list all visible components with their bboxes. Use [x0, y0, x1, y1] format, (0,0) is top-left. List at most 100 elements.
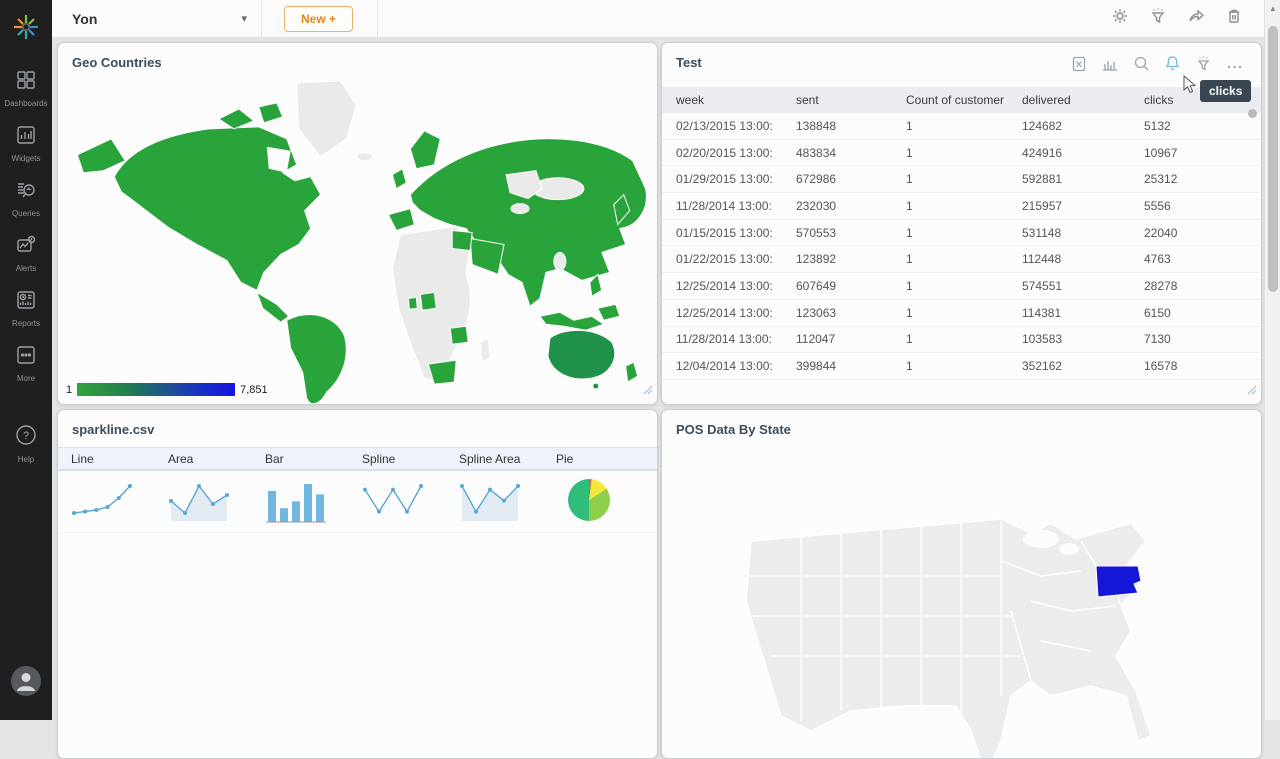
table-row[interactable]: 01/29/2015 13:00:672986159288125312: [662, 166, 1261, 193]
map-legend: 1 7,851: [66, 383, 268, 396]
user-avatar[interactable]: [10, 665, 42, 702]
share-arrow-icon[interactable]: [1187, 7, 1206, 30]
bar-chart-icon[interactable]: [1101, 56, 1119, 77]
resize-handle-icon[interactable]: [1247, 382, 1257, 400]
settings-gear-icon[interactable]: [1111, 7, 1129, 30]
svg-text:?: ?: [23, 430, 29, 442]
line-sparkline-chart[interactable]: [71, 479, 135, 525]
table-cell: 1: [906, 306, 1022, 320]
table-cell: 103583: [1022, 332, 1144, 346]
table-cell: 1: [906, 226, 1022, 240]
table-row[interactable]: 01/22/2015 13:00:12389211124484763: [662, 246, 1261, 273]
table-cell: 232030: [796, 199, 906, 213]
table-cell: 672986: [796, 172, 906, 186]
table-row[interactable]: 02/20/2015 13:00:483834142491610967: [662, 140, 1261, 167]
excel-export-icon[interactable]: [1071, 56, 1087, 77]
column-header-area[interactable]: Area: [168, 452, 265, 466]
table-cell: 574551: [1022, 279, 1144, 293]
legend-max: 7,851: [240, 384, 268, 396]
dashboard-selector[interactable]: Yon ▾: [52, 0, 262, 38]
table-cell: 11/28/2014 13:00:: [676, 332, 796, 346]
table-cell: 1: [906, 252, 1022, 266]
table-cell: 25312: [1144, 172, 1204, 186]
topbar: Yon ▾ New +: [52, 0, 1264, 38]
column-header-spline[interactable]: Spline: [362, 452, 459, 466]
widget-sparkline[interactable]: sparkline.csv Line Area Bar Spline Splin…: [57, 409, 658, 759]
widget-title: Test: [662, 43, 702, 70]
table-cell: 531148: [1022, 226, 1144, 240]
scrollbar-up-arrow[interactable]: ▲: [1269, 4, 1277, 13]
world-map[interactable]: 1 7,851: [58, 77, 658, 405]
column-header-delivered[interactable]: delivered: [1022, 93, 1144, 107]
table-row[interactable]: 01/15/2015 13:00:570553153114822040: [662, 220, 1261, 247]
sidebar-item-queries[interactable]: Queries: [12, 179, 40, 218]
column-header-week[interactable]: week: [676, 93, 796, 107]
column-header-sent[interactable]: sent: [796, 93, 906, 107]
table-cell: 5132: [1144, 119, 1204, 133]
sidebar-item-more[interactable]: More: [15, 344, 37, 383]
table-cell: 138848: [796, 119, 906, 133]
scrollbar-thumb[interactable]: [1268, 26, 1278, 292]
table-cell: 12/25/2014 13:00:: [676, 306, 796, 320]
column-header-pie[interactable]: Pie: [556, 452, 653, 466]
sidebar-item-widgets[interactable]: Widgets: [12, 124, 41, 163]
widget-title: Geo Countries: [58, 43, 657, 70]
table-cell: 12/04/2014 13:00:: [676, 359, 796, 373]
funnel-icon[interactable]: [1195, 55, 1212, 77]
pie-sparkline-chart[interactable]: [568, 479, 610, 521]
table-cell: 1: [906, 146, 1022, 160]
table-row[interactable]: 11/28/2014 13:00:11204711035837130: [662, 327, 1261, 354]
table-cell: 22040: [1144, 226, 1204, 240]
table-row[interactable]: 02/13/2015 13:00:13884811246825132: [662, 113, 1261, 140]
sparkline-charts-row: [58, 471, 657, 533]
table-row[interactable]: 12/04/2014 13:00:399844135216216578: [662, 353, 1261, 380]
bar-sparkline-chart[interactable]: [265, 479, 329, 525]
table-row[interactable]: 12/25/2014 13:00:12306311143816150: [662, 300, 1261, 327]
sidebar-item-label: More: [17, 374, 35, 383]
column-header-bar[interactable]: Bar: [265, 452, 362, 466]
area-sparkline-chart[interactable]: [168, 479, 232, 525]
column-header-spline-area[interactable]: Spline Area: [459, 452, 556, 466]
app-logo-icon[interactable]: [11, 12, 41, 47]
table-cell: 123063: [796, 306, 906, 320]
us-map[interactable]: [701, 481, 1261, 759]
table-cell: 02/13/2015 13:00:: [676, 119, 796, 133]
mouse-cursor: [1183, 75, 1197, 99]
sidebar-item-label: Dashboards: [4, 99, 47, 108]
new-button[interactable]: New +: [284, 6, 353, 32]
table-cell: 16578: [1144, 359, 1204, 373]
page-scrollbar[interactable]: ▲: [1264, 0, 1280, 720]
sidebar-item-dashboards[interactable]: Dashboards: [4, 69, 47, 108]
table-row[interactable]: 11/28/2014 13:00:23203012159575556: [662, 193, 1261, 220]
spline-sparkline-chart[interactable]: [362, 479, 426, 525]
sidebar-item-reports[interactable]: Reports: [12, 289, 40, 328]
table-cell: 02/20/2015 13:00:: [676, 146, 796, 160]
widget-geo-countries[interactable]: Geo Countries: [57, 42, 658, 405]
widget-test-table[interactable]: Test: [661, 42, 1262, 405]
ellipsis-icon[interactable]: [1226, 57, 1243, 75]
table-cell: 114381: [1022, 306, 1144, 320]
table-cell: 1: [906, 359, 1022, 373]
bell-icon[interactable]: [1164, 55, 1181, 77]
spline-area-sparkline-chart[interactable]: [459, 479, 523, 525]
sidebar-item-alerts[interactable]: Alerts: [15, 234, 37, 273]
filter-funnel-icon[interactable]: [1149, 7, 1167, 30]
sidebar-item-help[interactable]: ? Help: [14, 423, 38, 464]
table-cell: 7130: [1144, 332, 1204, 346]
dashboards-grid-icon: [15, 69, 37, 96]
search-icon[interactable]: [1133, 55, 1150, 77]
table-cell: 5556: [1144, 199, 1204, 213]
column-header-count[interactable]: Count of customer: [906, 93, 1022, 107]
trash-icon[interactable]: [1226, 7, 1242, 30]
table-scroll-dot[interactable]: [1248, 109, 1257, 118]
widget-pos-by-state[interactable]: POS Data By State: [661, 409, 1262, 759]
resize-handle-icon[interactable]: [643, 382, 653, 400]
alerts-icon: [15, 234, 37, 261]
table-cell: 399844: [796, 359, 906, 373]
sidebar-item-label: Help: [18, 455, 34, 464]
column-header-line[interactable]: Line: [71, 452, 168, 466]
table-row[interactable]: 12/25/2014 13:00:607649157455128278: [662, 273, 1261, 300]
dashboard-title: Yon: [72, 11, 241, 27]
table-cell: 01/29/2015 13:00:: [676, 172, 796, 186]
table-cell: 01/15/2015 13:00:: [676, 226, 796, 240]
